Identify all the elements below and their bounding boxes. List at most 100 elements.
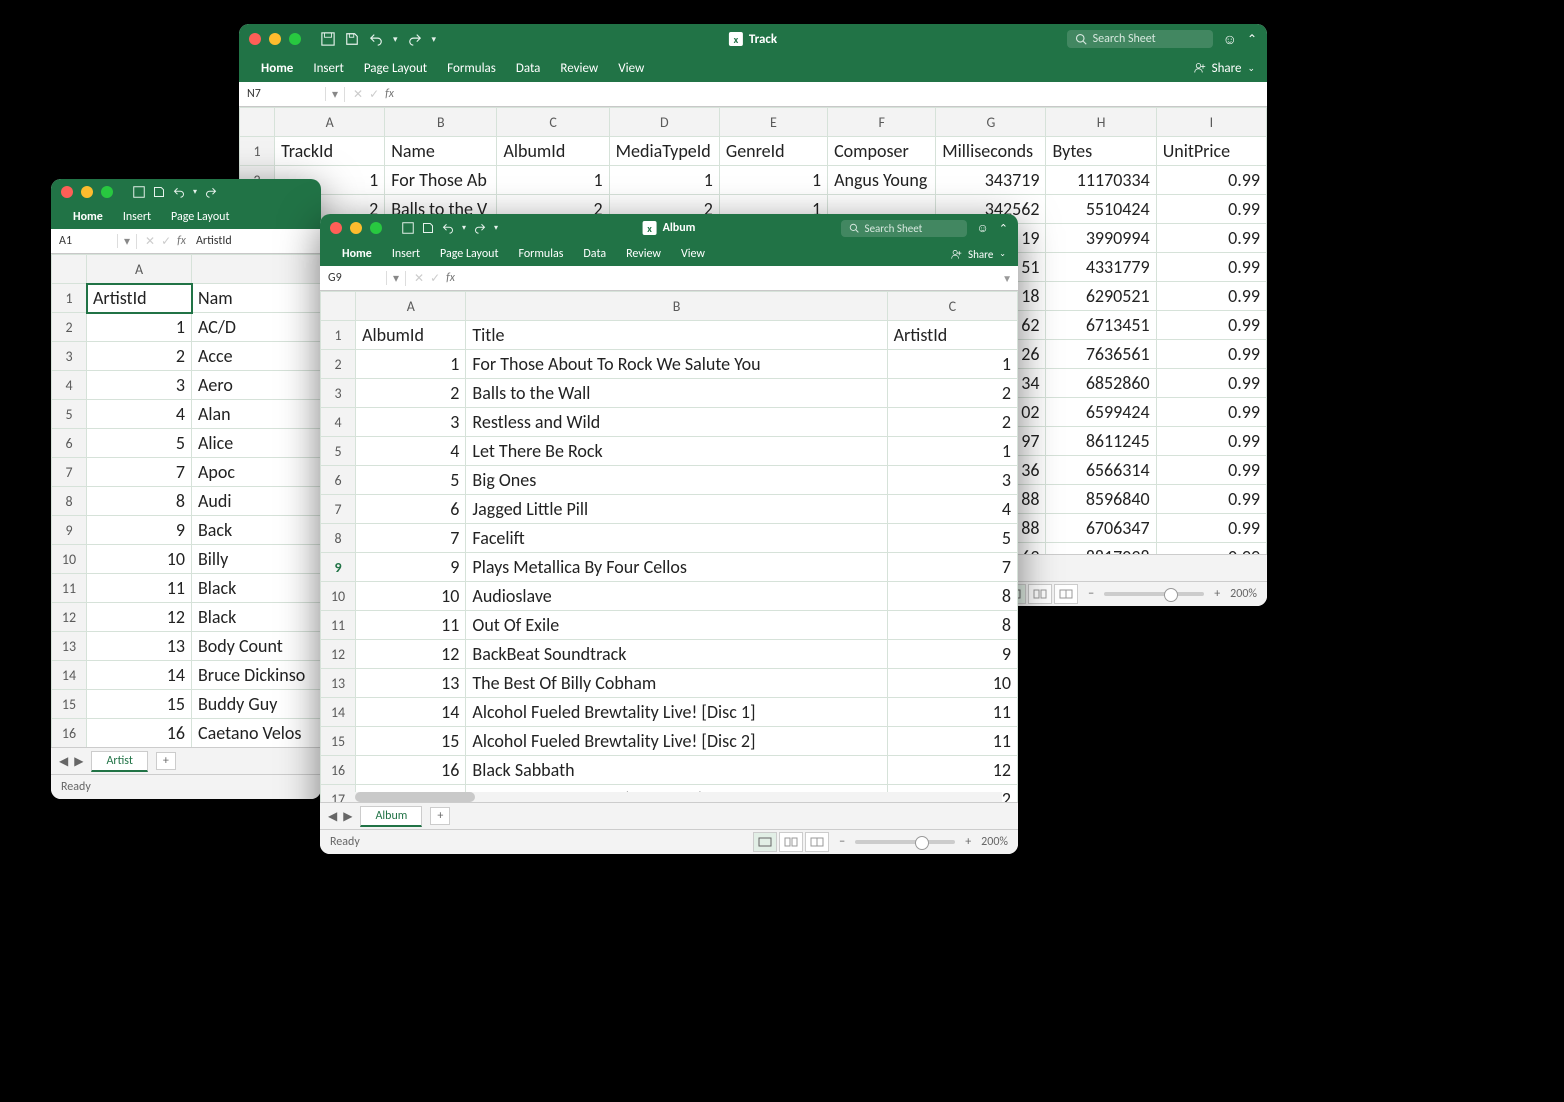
cell[interactable]: 16 [87,719,192,748]
cell[interactable]: 3 [887,466,1017,495]
name-box-dropdown-icon[interactable]: ▾ [326,87,345,102]
cell[interactable]: 10 [356,582,466,611]
cell[interactable]: Bytes [1046,137,1156,166]
cell[interactable]: Composer [828,137,936,166]
cell[interactable]: 6599424 [1046,398,1156,427]
cell[interactable]: 0.99 [1156,369,1266,398]
cell[interactable]: Bruce Dickinso [192,661,322,690]
cell[interactable]: Buddy Guy [192,690,322,719]
row-header[interactable]: 8 [321,524,356,553]
minimize-button[interactable] [81,186,93,198]
cancel-formula-icon[interactable]: ✕ [145,234,155,249]
cell[interactable]: 1 [887,350,1017,379]
row-header[interactable]: 15 [321,727,356,756]
zoom-out-button[interactable]: − [1088,587,1094,601]
tab-data[interactable]: Data [573,243,616,265]
cell[interactable]: 11 [356,611,466,640]
cell[interactable]: 0.99 [1156,224,1266,253]
cell[interactable]: GenreId [719,137,827,166]
select-all-cell[interactable] [52,255,87,284]
cell[interactable]: 1 [497,166,609,195]
zoom-slider[interactable] [855,840,955,844]
cell[interactable]: 9 [87,516,192,545]
view-page-layout-icon[interactable] [779,832,803,852]
cell[interactable]: Black Sabbath [466,756,887,785]
cell[interactable]: 1 [887,437,1017,466]
minimize-button[interactable] [269,33,281,45]
ribbon-collapse-icon[interactable]: ⌃ [1247,32,1257,47]
cell[interactable]: AlbumId [356,321,466,350]
tab-home[interactable]: Home [63,206,113,228]
cell[interactable]: Caetano Velos [192,719,322,748]
row-header[interactable]: 9 [321,553,356,582]
row-header[interactable]: 6 [321,466,356,495]
row-header[interactable]: 13 [321,669,356,698]
sheet-nav-prev-icon[interactable]: ◀ [328,809,337,824]
smiley-feedback-icon[interactable]: ☺ [1223,31,1237,48]
name-box-dropdown-icon[interactable]: ▾ [387,271,406,286]
cell[interactable]: Black [192,603,322,632]
column-header[interactable] [192,255,322,284]
cell[interactable]: Angus Young [828,166,936,195]
row-header[interactable]: 2 [321,350,356,379]
zoom-level[interactable]: 200% [981,835,1008,849]
cell[interactable]: 5 [887,524,1017,553]
cell[interactable]: 0.99 [1156,195,1266,224]
cell[interactable]: 2 [887,379,1017,408]
cell[interactable]: 5 [356,466,466,495]
cell[interactable]: Alcohol Fueled Brewtality Live! [Disc 1] [466,698,887,727]
cell[interactable]: 7 [356,524,466,553]
column-header[interactable]: A [356,292,466,321]
cell[interactable]: 3990994 [1046,224,1156,253]
column-header[interactable]: A [87,255,192,284]
cell[interactable]: 5 [87,429,192,458]
cell[interactable]: 0.99 [1156,514,1266,543]
row-header[interactable]: 6 [52,429,87,458]
cell[interactable]: AC/D [192,313,322,342]
cell[interactable]: The Best Of Billy Cobham [466,669,887,698]
zoom-out-button[interactable]: − [839,835,845,849]
row-header[interactable]: 17 [321,785,356,803]
cell[interactable]: Audi [192,487,322,516]
fx-icon[interactable]: fx [446,271,455,285]
cell[interactable]: 0.99 [1156,253,1266,282]
cell[interactable]: For Those Ab [385,166,497,195]
column-header[interactable]: B [385,108,497,137]
tab-insert[interactable]: Insert [382,243,430,265]
row-header[interactable]: 9 [52,516,87,545]
cell[interactable]: ArtistId [887,321,1017,350]
column-header[interactable]: C [887,292,1017,321]
undo-dropdown-icon[interactable]: ▾ [393,34,398,45]
cell[interactable]: Alan [192,400,322,429]
minimize-button[interactable] [350,222,362,234]
autosave-icon[interactable] [133,186,145,198]
spreadsheet-grid[interactable]: A1ArtistIdNam21AC/D32Acce43Aero54Alan65A… [51,254,321,747]
row-header[interactable]: 15 [52,690,87,719]
cell[interactable]: 11170334 [1046,166,1156,195]
smiley-feedback-icon[interactable]: ☺ [977,221,989,236]
cell[interactable]: 9 [356,553,466,582]
row-header[interactable]: 1 [52,284,87,313]
cell[interactable]: 11 [87,574,192,603]
row-header[interactable]: 10 [321,582,356,611]
row-header[interactable]: 11 [321,611,356,640]
row-header[interactable]: 5 [321,437,356,466]
tab-insert[interactable]: Insert [303,57,354,80]
cell[interactable]: 0.99 [1156,340,1266,369]
cell[interactable]: MediaTypeId [609,137,719,166]
cell[interactable]: 4 [87,400,192,429]
cell[interactable]: 0.99 [1156,166,1266,195]
cell[interactable]: Alice [192,429,322,458]
cell[interactable]: 10 [87,545,192,574]
cell[interactable]: 0.99 [1156,311,1266,340]
row-header[interactable]: 3 [52,342,87,371]
cell[interactable]: 8 [87,487,192,516]
cell[interactable]: 8 [887,611,1017,640]
cell[interactable]: 12 [87,603,192,632]
view-page-break-icon[interactable] [805,832,829,852]
sheet-nav-next-icon[interactable]: ▶ [343,809,352,824]
cell[interactable]: Balls to the Wall [466,379,887,408]
cell[interactable]: Back [192,516,322,545]
zoom-button[interactable] [289,33,301,45]
undo-dropdown-icon[interactable]: ▾ [462,223,466,233]
